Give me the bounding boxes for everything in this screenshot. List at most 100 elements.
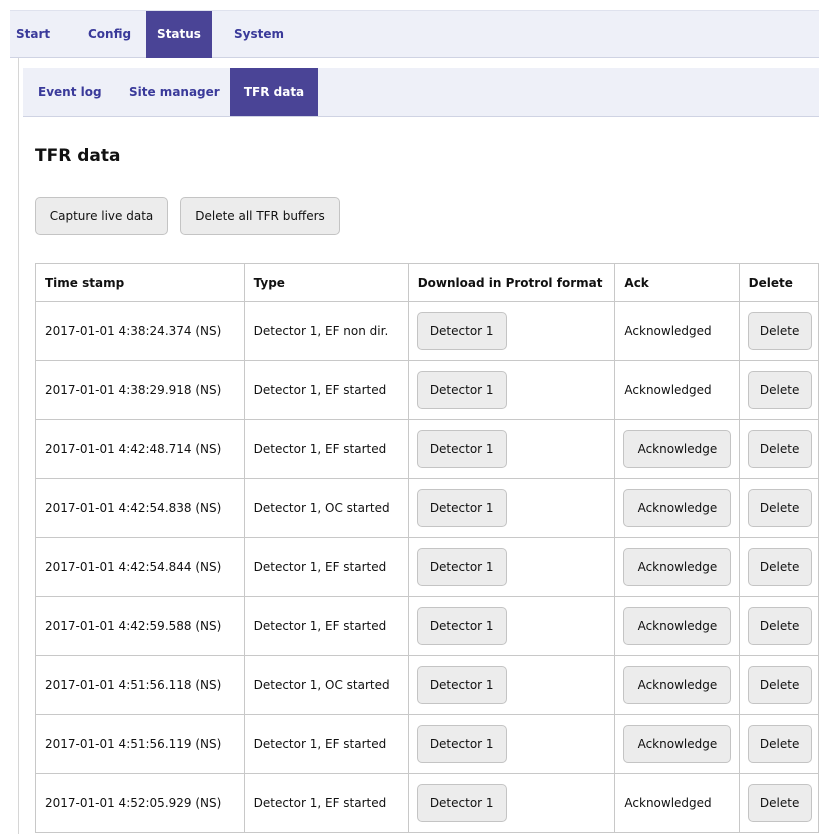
acknowledge-button[interactable]: Acknowledge [623, 430, 732, 468]
delete-cell: Delete [738, 419, 819, 479]
download-cell: Detector 1 [407, 714, 616, 774]
type-cell: Detector 1, EF started [243, 773, 409, 833]
acknowledge-button[interactable]: Acknowledge [623, 725, 732, 763]
ack-cell: Acknowledged [614, 301, 740, 361]
tab-status[interactable]: Status [146, 11, 212, 58]
sub-nav: Event log Site manager TFR data [23, 68, 819, 117]
timestamp-cell: 2017-01-01 4:51:56.118 (NS) [35, 655, 245, 715]
ack-cell: Acknowledge [614, 655, 740, 715]
acknowledged-status: Acknowledged [624, 324, 712, 338]
table-row: 2017-01-01 4:42:54.838 (NS) Detector 1, O… [35, 478, 819, 538]
tab-event-log[interactable]: Event log [38, 68, 102, 116]
ack-cell: Acknowledged [614, 360, 740, 420]
column-header-delete: Delete [738, 263, 819, 302]
delete-row-button[interactable]: Delete [747, 548, 812, 586]
table-row: 2017-01-01 4:38:29.918 (NS) Detector 1, E… [35, 360, 819, 420]
download-detector-button[interactable]: Detector 1 [416, 430, 507, 468]
column-header-type: Type [243, 263, 409, 302]
acknowledge-button[interactable]: Acknowledge [623, 666, 732, 704]
delete-cell: Delete [738, 596, 819, 656]
download-detector-button[interactable]: Detector 1 [416, 548, 507, 586]
timestamp-cell: 2017-01-01 4:42:54.838 (NS) [35, 478, 245, 538]
table-row: 2017-01-01 4:42:59.588 (NS) Detector 1, E… [35, 596, 819, 656]
delete-cell: Delete [738, 714, 819, 774]
table-row: 2017-01-01 4:51:56.119 (NS) Detector 1, E… [35, 714, 819, 774]
timestamp-cell: 2017-01-01 4:42:54.844 (NS) [35, 537, 245, 597]
delete-cell: Delete [738, 478, 819, 538]
column-header-download: Download in Protrol format [407, 263, 616, 302]
table-row: 2017-01-01 4:42:54.844 (NS) Detector 1, E… [35, 537, 819, 597]
delete-row-button[interactable]: Delete [747, 607, 812, 645]
table-header-row: Time stamp Type Download in Protrol form… [35, 263, 819, 302]
type-cell: Detector 1, EF non dir. [243, 301, 409, 361]
timestamp-cell: 2017-01-01 4:51:56.119 (NS) [35, 714, 245, 774]
delete-row-button[interactable]: Delete [747, 430, 812, 468]
download-cell: Detector 1 [407, 419, 616, 479]
type-cell: Detector 1, EF started [243, 596, 409, 656]
download-detector-button[interactable]: Detector 1 [416, 607, 507, 645]
timestamp-cell: 2017-01-01 4:38:29.918 (NS) [35, 360, 245, 420]
download-cell: Detector 1 [407, 773, 616, 833]
timestamp-cell: 2017-01-01 4:42:59.588 (NS) [35, 596, 245, 656]
download-cell: Detector 1 [407, 301, 616, 361]
tab-tfr-data[interactable]: TFR data [230, 68, 318, 116]
acknowledged-status: Acknowledged [624, 383, 712, 397]
tab-site-manager[interactable]: Site manager [129, 68, 220, 116]
delete-row-button[interactable]: Delete [747, 725, 812, 763]
download-cell: Detector 1 [407, 478, 616, 538]
top-nav: Start Config Status System [10, 10, 819, 58]
download-cell: Detector 1 [407, 596, 616, 656]
column-header-ack: Ack [614, 263, 740, 302]
delete-row-button[interactable]: Delete [747, 371, 812, 409]
type-cell: Detector 1, EF started [243, 419, 409, 479]
acknowledge-button[interactable]: Acknowledge [623, 489, 732, 527]
download-detector-button[interactable]: Detector 1 [416, 371, 507, 409]
download-detector-button[interactable]: Detector 1 [416, 725, 507, 763]
delete-cell: Delete [738, 301, 819, 361]
page-title: TFR data [35, 146, 121, 166]
ack-cell: Acknowledge [614, 478, 740, 538]
delete-all-tfr-buffers-button[interactable]: Delete all TFR buffers [180, 197, 340, 235]
download-detector-button[interactable]: Detector 1 [416, 666, 507, 704]
type-cell: Detector 1, OC started [243, 478, 409, 538]
delete-row-button[interactable]: Delete [747, 312, 812, 350]
tfr-table: Time stamp Type Download in Protrol form… [35, 263, 819, 833]
tab-config[interactable]: Config [88, 11, 131, 58]
delete-cell: Delete [738, 360, 819, 420]
download-cell: Detector 1 [407, 360, 616, 420]
table-row: 2017-01-01 4:51:56.118 (NS) Detector 1, O… [35, 655, 819, 715]
download-cell: Detector 1 [407, 655, 616, 715]
timestamp-cell: 2017-01-01 4:38:24.374 (NS) [35, 301, 245, 361]
download-detector-button[interactable]: Detector 1 [416, 489, 507, 527]
download-cell: Detector 1 [407, 537, 616, 597]
acknowledged-status: Acknowledged [624, 796, 712, 810]
acknowledge-button[interactable]: Acknowledge [623, 607, 732, 645]
ack-cell: Acknowledge [614, 714, 740, 774]
delete-row-button[interactable]: Delete [747, 489, 812, 527]
delete-cell: Delete [738, 537, 819, 597]
capture-live-data-button[interactable]: Capture live data [35, 197, 168, 235]
timestamp-cell: 2017-01-01 4:52:05.929 (NS) [35, 773, 245, 833]
delete-cell: Delete [738, 773, 819, 833]
delete-row-button[interactable]: Delete [747, 666, 812, 704]
type-cell: Detector 1, OC started [243, 655, 409, 715]
acknowledge-button[interactable]: Acknowledge [623, 548, 732, 586]
download-detector-button[interactable]: Detector 1 [416, 312, 507, 350]
type-cell: Detector 1, EF started [243, 537, 409, 597]
table-row: 2017-01-01 4:38:24.374 (NS) Detector 1, E… [35, 301, 819, 361]
tab-system[interactable]: System [234, 11, 284, 58]
ack-cell: Acknowledge [614, 419, 740, 479]
tab-start[interactable]: Start [16, 11, 50, 58]
delete-row-button[interactable]: Delete [747, 784, 812, 822]
ack-cell: Acknowledge [614, 596, 740, 656]
table-row: 2017-01-01 4:42:48.714 (NS) Detector 1, E… [35, 419, 819, 479]
type-cell: Detector 1, EF started [243, 714, 409, 774]
type-cell: Detector 1, EF started [243, 360, 409, 420]
delete-cell: Delete [738, 655, 819, 715]
table-row: 2017-01-01 4:52:05.929 (NS) Detector 1, E… [35, 773, 819, 833]
ack-cell: Acknowledge [614, 537, 740, 597]
ack-cell: Acknowledged [614, 773, 740, 833]
column-header-timestamp: Time stamp [35, 263, 245, 302]
timestamp-cell: 2017-01-01 4:42:48.714 (NS) [35, 419, 245, 479]
download-detector-button[interactable]: Detector 1 [416, 784, 507, 822]
